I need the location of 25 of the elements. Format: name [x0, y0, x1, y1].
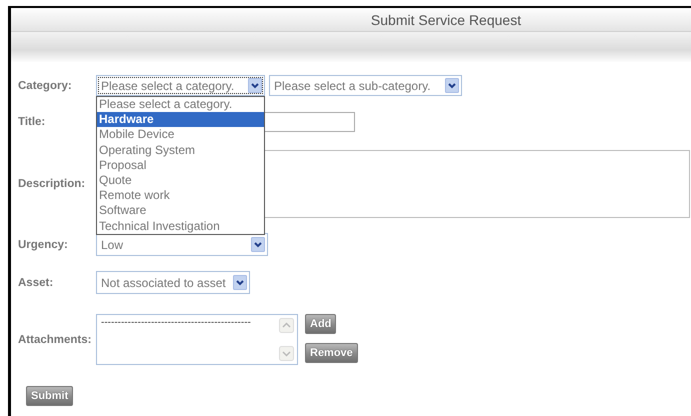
field-label: Asset:	[18, 276, 54, 288]
page-title: Submit Service Request	[370, 12, 522, 28]
dropdown-option[interactable]: Hardware	[97, 112, 264, 128]
select-field[interactable]: Low	[96, 233, 268, 256]
dropdown-option[interactable]: Technical Investigation	[97, 218, 264, 234]
field-label: Title:	[18, 116, 46, 128]
attachment-button[interactable]: Remove	[305, 343, 358, 363]
field-label: Attachments:	[18, 334, 92, 346]
list-item[interactable]: ---------------------------------------------	[101, 317, 274, 328]
dropdown-option[interactable]: Remote work	[97, 188, 264, 204]
dropdown-option[interactable]: Operating System	[97, 142, 264, 158]
submit-button[interactable]: Submit	[26, 386, 74, 406]
dropdown-option[interactable]: Software	[97, 203, 264, 218]
dropdown-option[interactable]: Quote	[97, 172, 264, 188]
field-label: Category:	[18, 80, 73, 92]
dropdown-option[interactable]: Please select a category.	[97, 97, 264, 112]
dropdown-option[interactable]: Mobile Device	[97, 127, 264, 143]
field-label: Description:	[18, 178, 86, 190]
attachments-list[interactable]: ---------------------------------------------	[96, 314, 298, 365]
dropdown-option[interactable]: Proposal	[97, 158, 264, 173]
attachment-button[interactable]: Add	[305, 314, 336, 334]
select-field[interactable]: Not associated to asset	[96, 271, 250, 294]
field-label: Urgency:	[18, 238, 69, 250]
category-dropdown[interactable]: Please select a category.	[96, 75, 265, 96]
subcategory-dropdown[interactable]: Please select a sub-category.	[269, 75, 462, 96]
